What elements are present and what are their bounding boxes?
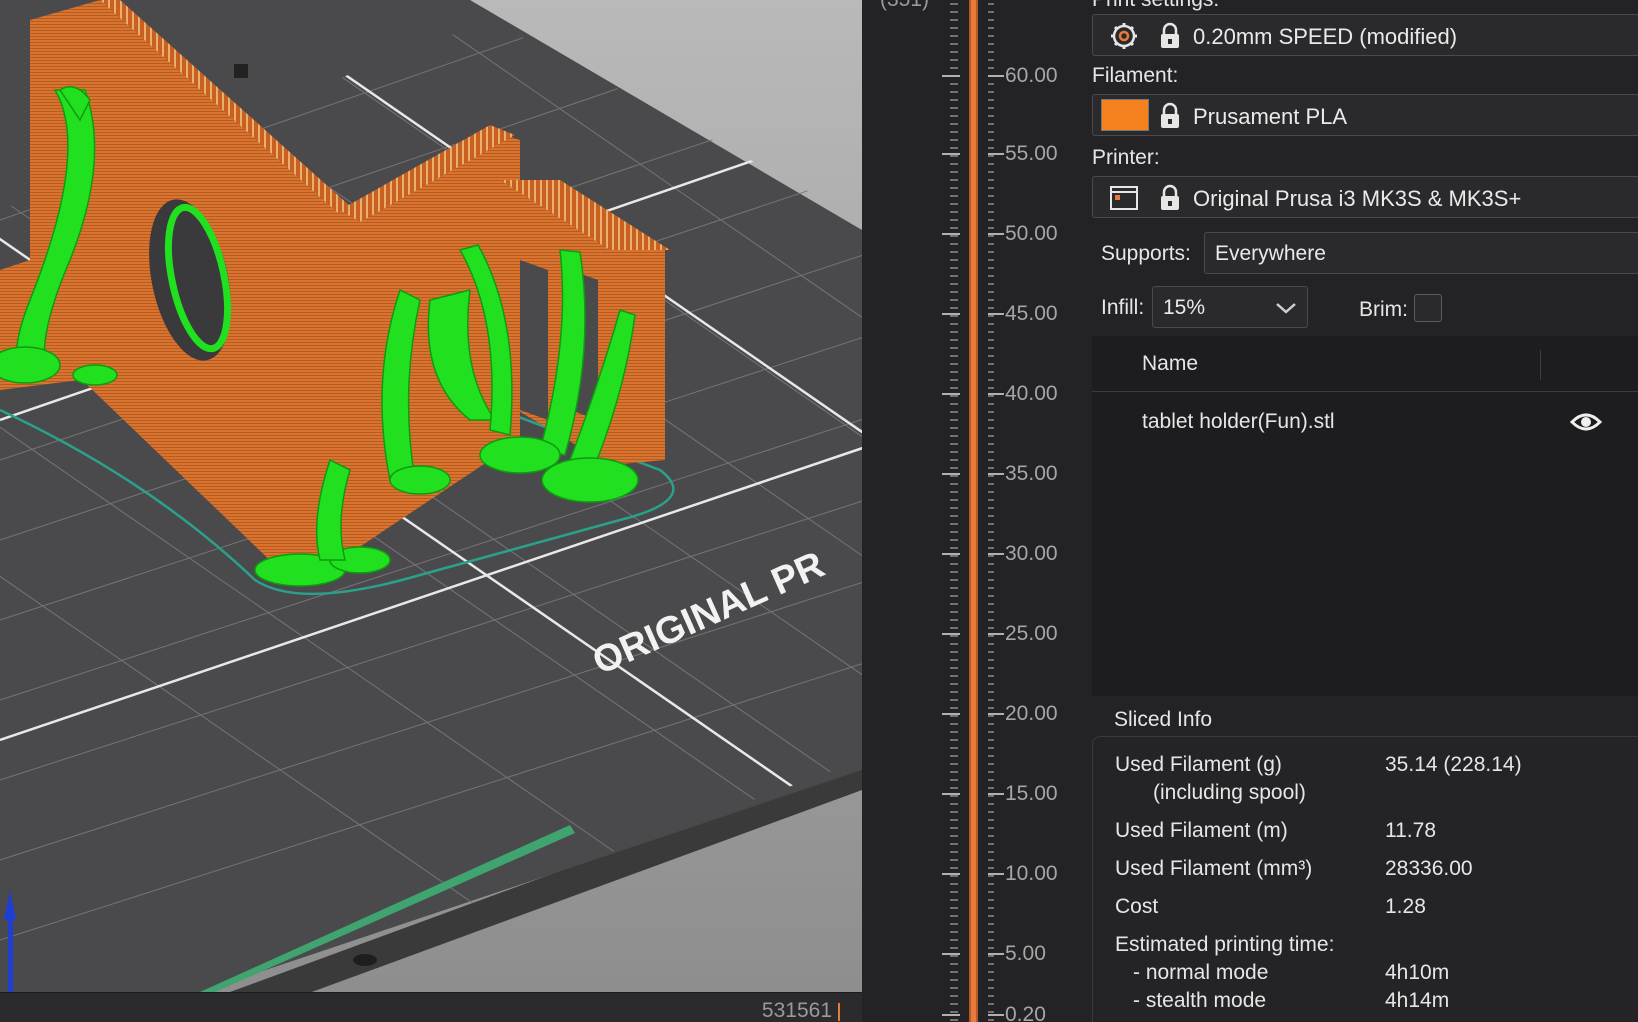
sliced-info-label: Cost [1115,895,1159,918]
brim-checkbox[interactable] [1414,294,1442,322]
slider-tick-label: 60.00 [1005,64,1058,87]
sliced-info-label: Estimated printing time: [1115,933,1335,956]
sliced-info-label: (including spool) [1153,781,1306,804]
lock-icon [1161,22,1179,48]
brim-label: Brim: [1359,298,1408,321]
slider-tick-label: 0.20 [1005,1003,1046,1022]
infill-value: 15% [1163,296,1206,319]
eye-icon[interactable] [1570,408,1602,436]
back-wall-slot [520,260,548,420]
bed-marker [234,64,248,78]
supports-value: Everywhere [1215,242,1326,265]
preview-scene: ORIGINAL PR [0,0,862,992]
sliced-info-label: Used Filament (g) [1115,753,1282,776]
layer-move-count: 531561 [761,999,841,1022]
bed-screw [353,954,377,966]
gear-icon [1111,23,1137,49]
layer-height-slider[interactable]: (351) 60.00 55.00 50.00 45.00 40.00 35.00 30.0… [862,0,1082,1022]
supports-combo[interactable]: Everywhere [1204,232,1638,274]
supports-label: Supports: [1101,242,1191,265]
filament-value: Prusament PLA [1193,104,1348,129]
slider-tick-label: 45.00 [1005,302,1058,325]
slider-tick-label: 5.00 [1005,942,1046,965]
slider-tick-label: 55.00 [1005,142,1058,165]
3d-preview-viewport[interactable]: ORIGINAL PR [0,0,862,992]
sliced-info-title: Sliced Info [1114,708,1213,731]
slider-tick-label: 25.00 [1005,622,1058,645]
viewport-status-bar: 531561 [0,992,862,1022]
object-list-row[interactable]: tablet holder(Fun).stl [1092,392,1638,452]
slider-tick-label: 40.00 [1005,382,1058,405]
filament-combo[interactable]: Prusament PLA [1092,94,1638,136]
slider-tick-label: 15.00 [1005,782,1058,805]
printer-value: Original Prusa i3 MK3S & MK3S+ [1193,186,1522,211]
printer-combo[interactable]: Original Prusa i3 MK3S & MK3S+ [1092,176,1638,218]
slider-track[interactable] [969,0,978,1022]
sliced-info-value: 28336.00 [1385,857,1473,880]
slider-tick-label: 50.00 [1005,222,1058,245]
sliced-info-label: - stealth mode [1133,989,1267,1012]
object-list-header: Name [1092,336,1638,392]
print-settings-value: 0.20mm SPEED (modified) [1193,24,1458,49]
sliced-info-value: 11.78 [1385,819,1436,842]
sliced-info-value: 4h14m [1385,989,1450,1012]
infill-combo[interactable]: 15% [1152,286,1308,328]
sliced-info-label: Used Filament (mm³) [1115,857,1313,880]
print-settings-combo[interactable]: 0.20mm SPEED (modified) [1092,14,1638,56]
sliced-info-value: 4h10m [1385,961,1450,984]
slider-tick-label: 35.00 [1005,462,1058,485]
slider-tick-label: 10.00 [1005,862,1058,885]
printer-label: Printer: [1092,146,1160,169]
filament-label: Filament: [1092,64,1179,87]
sliced-info-value: 35.14 (228.14) [1385,753,1522,776]
infill-label: Infill: [1101,296,1145,319]
column-header-name[interactable]: Name [1142,352,1198,376]
column-separator[interactable] [1540,350,1541,380]
chevron-down-icon [1276,303,1296,314]
filament-color-swatch [1101,99,1149,131]
sliced-info-box: Used Filament (g) 35.14 (228.14) (includin… [1092,736,1638,1022]
sliced-info-value: 1.28 [1385,895,1426,918]
sliced-info-label: - normal mode [1133,961,1269,984]
object-list: Name tablet holder(Fun).stl [1092,336,1638,696]
object-name: tablet holder(Fun).stl [1142,410,1335,433]
sliced-info-label: Used Filament (m) [1115,819,1288,842]
lock-icon [1161,184,1179,210]
print-settings-label: Print settings: [1092,0,1219,12]
slider-tick-label: 20.00 [1005,702,1058,725]
printer-icon [1110,186,1138,210]
lock-icon [1161,102,1179,128]
slider-tick-label: 30.00 [1005,542,1058,565]
settings-panel: Print settings: 0.20mm SPEED (modified) … [1082,0,1638,1022]
slider-top-layer-label: (351) [880,0,929,12]
axis-z-line [8,918,13,992]
